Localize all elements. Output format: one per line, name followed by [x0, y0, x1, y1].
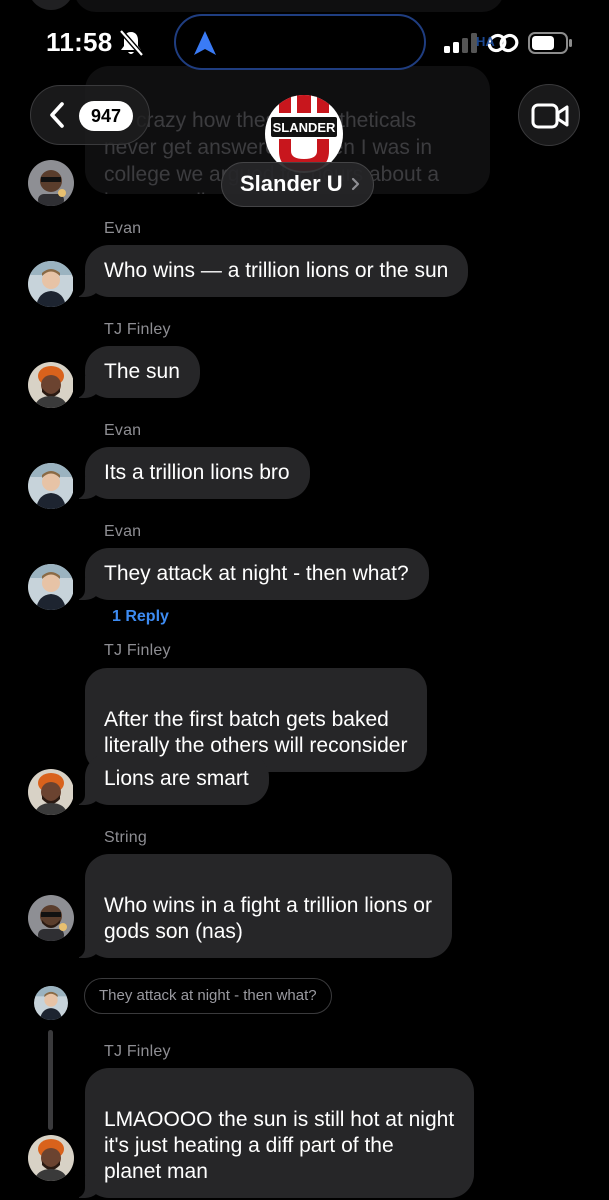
status-icons [440, 28, 580, 58]
message-text: After the first batch gets baked literal… [104, 708, 408, 757]
message-text: They attack at night - then what? [104, 562, 409, 585]
video-camera-icon [531, 103, 569, 129]
message-bubble[interactable]: Who wins — a trillion lions or the sun [72, 245, 469, 297]
chat-screen: It's crazy how these hypotheticals never… [0, 0, 609, 1200]
quoted-avatar-evan [34, 986, 68, 1020]
message-text: Who wins — a trillion lions or the sun [104, 259, 449, 282]
location-arrow-icon [194, 31, 216, 55]
sender-label: TJ Finley [104, 642, 171, 659]
message-text: Its a trillion lions bro [104, 461, 290, 484]
chevron-left-icon [50, 102, 64, 128]
quoted-message-text: They attack at night - then what? [99, 987, 317, 1004]
sender-label: TJ Finley [104, 1043, 171, 1060]
video-call-button[interactable] [518, 84, 580, 146]
previous-bubble-partial [74, 0, 504, 12]
avatar-evan[interactable] [28, 564, 74, 610]
avatar-evan[interactable] [28, 261, 74, 307]
unread-count-badge: 947 [79, 101, 134, 131]
signal-icon [444, 33, 477, 53]
group-name-button[interactable]: Slander U [221, 162, 374, 207]
dynamic-island[interactable] [174, 14, 426, 70]
thread-connector-line [48, 1030, 53, 1130]
sender-label: Evan [104, 220, 142, 237]
message-bubble[interactable]: Lions are smart [73, 753, 269, 805]
sender-label: Evan [104, 523, 142, 540]
bell-slash-icon [119, 29, 144, 57]
sender-label: String [104, 829, 147, 846]
avatar-string-partial[interactable] [28, 160, 74, 206]
message-bubble[interactable]: After the first batch gets baked literal… [85, 668, 428, 772]
avatar-string[interactable] [28, 895, 74, 941]
message-text: Who wins in a fight a trillion lions or … [104, 894, 432, 943]
back-button[interactable]: 947 [30, 85, 150, 145]
message-bubble[interactable]: LMAOOOO the sun is still hot at night it… [72, 1068, 475, 1198]
avatar-evan[interactable] [28, 463, 74, 509]
chevron-right-icon [351, 177, 359, 191]
message-bubble[interactable]: Who wins in a fight a trillion lions or … [73, 854, 452, 958]
group-name: Slander U [240, 171, 343, 196]
message-bubble[interactable]: The sun [73, 346, 200, 398]
avatar-tj-finley[interactable] [28, 1135, 74, 1181]
avatar-tj-finley[interactable] [28, 769, 74, 815]
quoted-message-pill[interactable]: They attack at night - then what? [84, 978, 332, 1014]
message-bubble[interactable]: Its a trillion lions bro [73, 447, 310, 499]
thread-reply-link[interactable]: 1 Reply [112, 608, 169, 626]
sender-label: TJ Finley [104, 321, 171, 338]
message-bubble[interactable]: They attack at night - then what? [73, 548, 429, 600]
logo-text: SLANDER [273, 120, 336, 135]
status-time: 11:58 [46, 27, 113, 57]
message-text: Lions are smart [104, 767, 249, 790]
message-text: The sun [104, 360, 180, 383]
previous-avatar-partial [28, 0, 74, 10]
watermark-text: HA [476, 34, 495, 49]
message-text: LMAOOOO the sun is still hot at night it… [104, 1108, 455, 1183]
avatar-tj-finley[interactable] [28, 362, 74, 408]
battery-icon [528, 32, 572, 54]
sender-label: Evan [104, 422, 142, 439]
